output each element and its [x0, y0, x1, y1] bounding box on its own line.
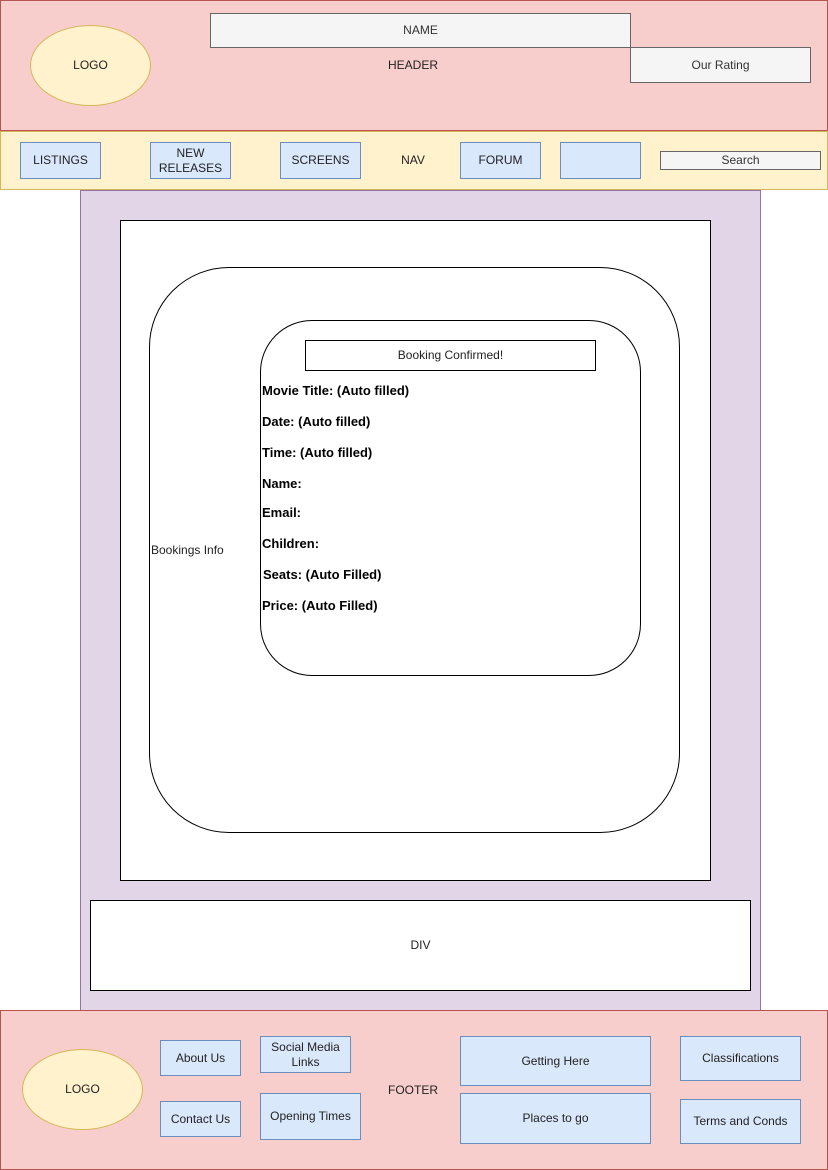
time-field: Time: (Auto filled) — [262, 445, 373, 460]
header-label: HEADER — [387, 57, 438, 72]
getting-here-button[interactable]: Getting Here — [460, 1036, 651, 1086]
terms-and-conds-button[interactable]: Terms and Conds — [680, 1099, 801, 1144]
name-field: Name: — [262, 476, 302, 491]
social-media-links-button[interactable]: Social Media Links — [260, 1036, 351, 1073]
contact-us-button[interactable]: Contact Us — [160, 1101, 241, 1137]
our-rating-box[interactable]: Our Rating — [630, 47, 811, 83]
div-placeholder: DIV — [90, 900, 751, 991]
footer-logo[interactable]: LOGO — [22, 1049, 143, 1130]
bookings-info-label: Bookings Info — [151, 543, 224, 557]
opening-times-button[interactable]: Opening Times — [260, 1093, 361, 1140]
children-field: Children: — [262, 536, 320, 551]
booking-details-card — [260, 320, 641, 676]
price-field: Price: (Auto Filled) — [262, 598, 378, 613]
places-to-go-button[interactable]: Places to go — [460, 1093, 651, 1144]
about-us-button[interactable]: About Us — [160, 1040, 241, 1076]
search-input[interactable]: Search — [660, 151, 821, 170]
date-field: Date: (Auto filled) — [262, 414, 371, 429]
classifications-button[interactable]: Classifications — [680, 1036, 801, 1081]
header-logo[interactable]: LOGO — [30, 25, 151, 106]
footer-label: FOOTER — [388, 1082, 438, 1097]
nav-listings-button[interactable]: LISTINGS — [20, 142, 101, 179]
nav-label: NAV — [401, 152, 425, 167]
booking-confirmed-banner: Booking Confirmed! — [305, 340, 596, 371]
nav-forum-button[interactable]: FORUM — [460, 142, 541, 179]
site-name-box: NAME — [210, 13, 631, 48]
nav-screens-button[interactable]: SCREENS — [280, 142, 361, 179]
movie-title-field: Movie Title: (Auto filled) — [262, 383, 410, 398]
nav-empty-button[interactable] — [560, 142, 641, 179]
seats-field: Seats: (Auto Filled) — [263, 567, 382, 582]
email-field: Email: — [262, 505, 302, 520]
nav-new-releases-button[interactable]: NEW RELEASES — [150, 142, 231, 179]
